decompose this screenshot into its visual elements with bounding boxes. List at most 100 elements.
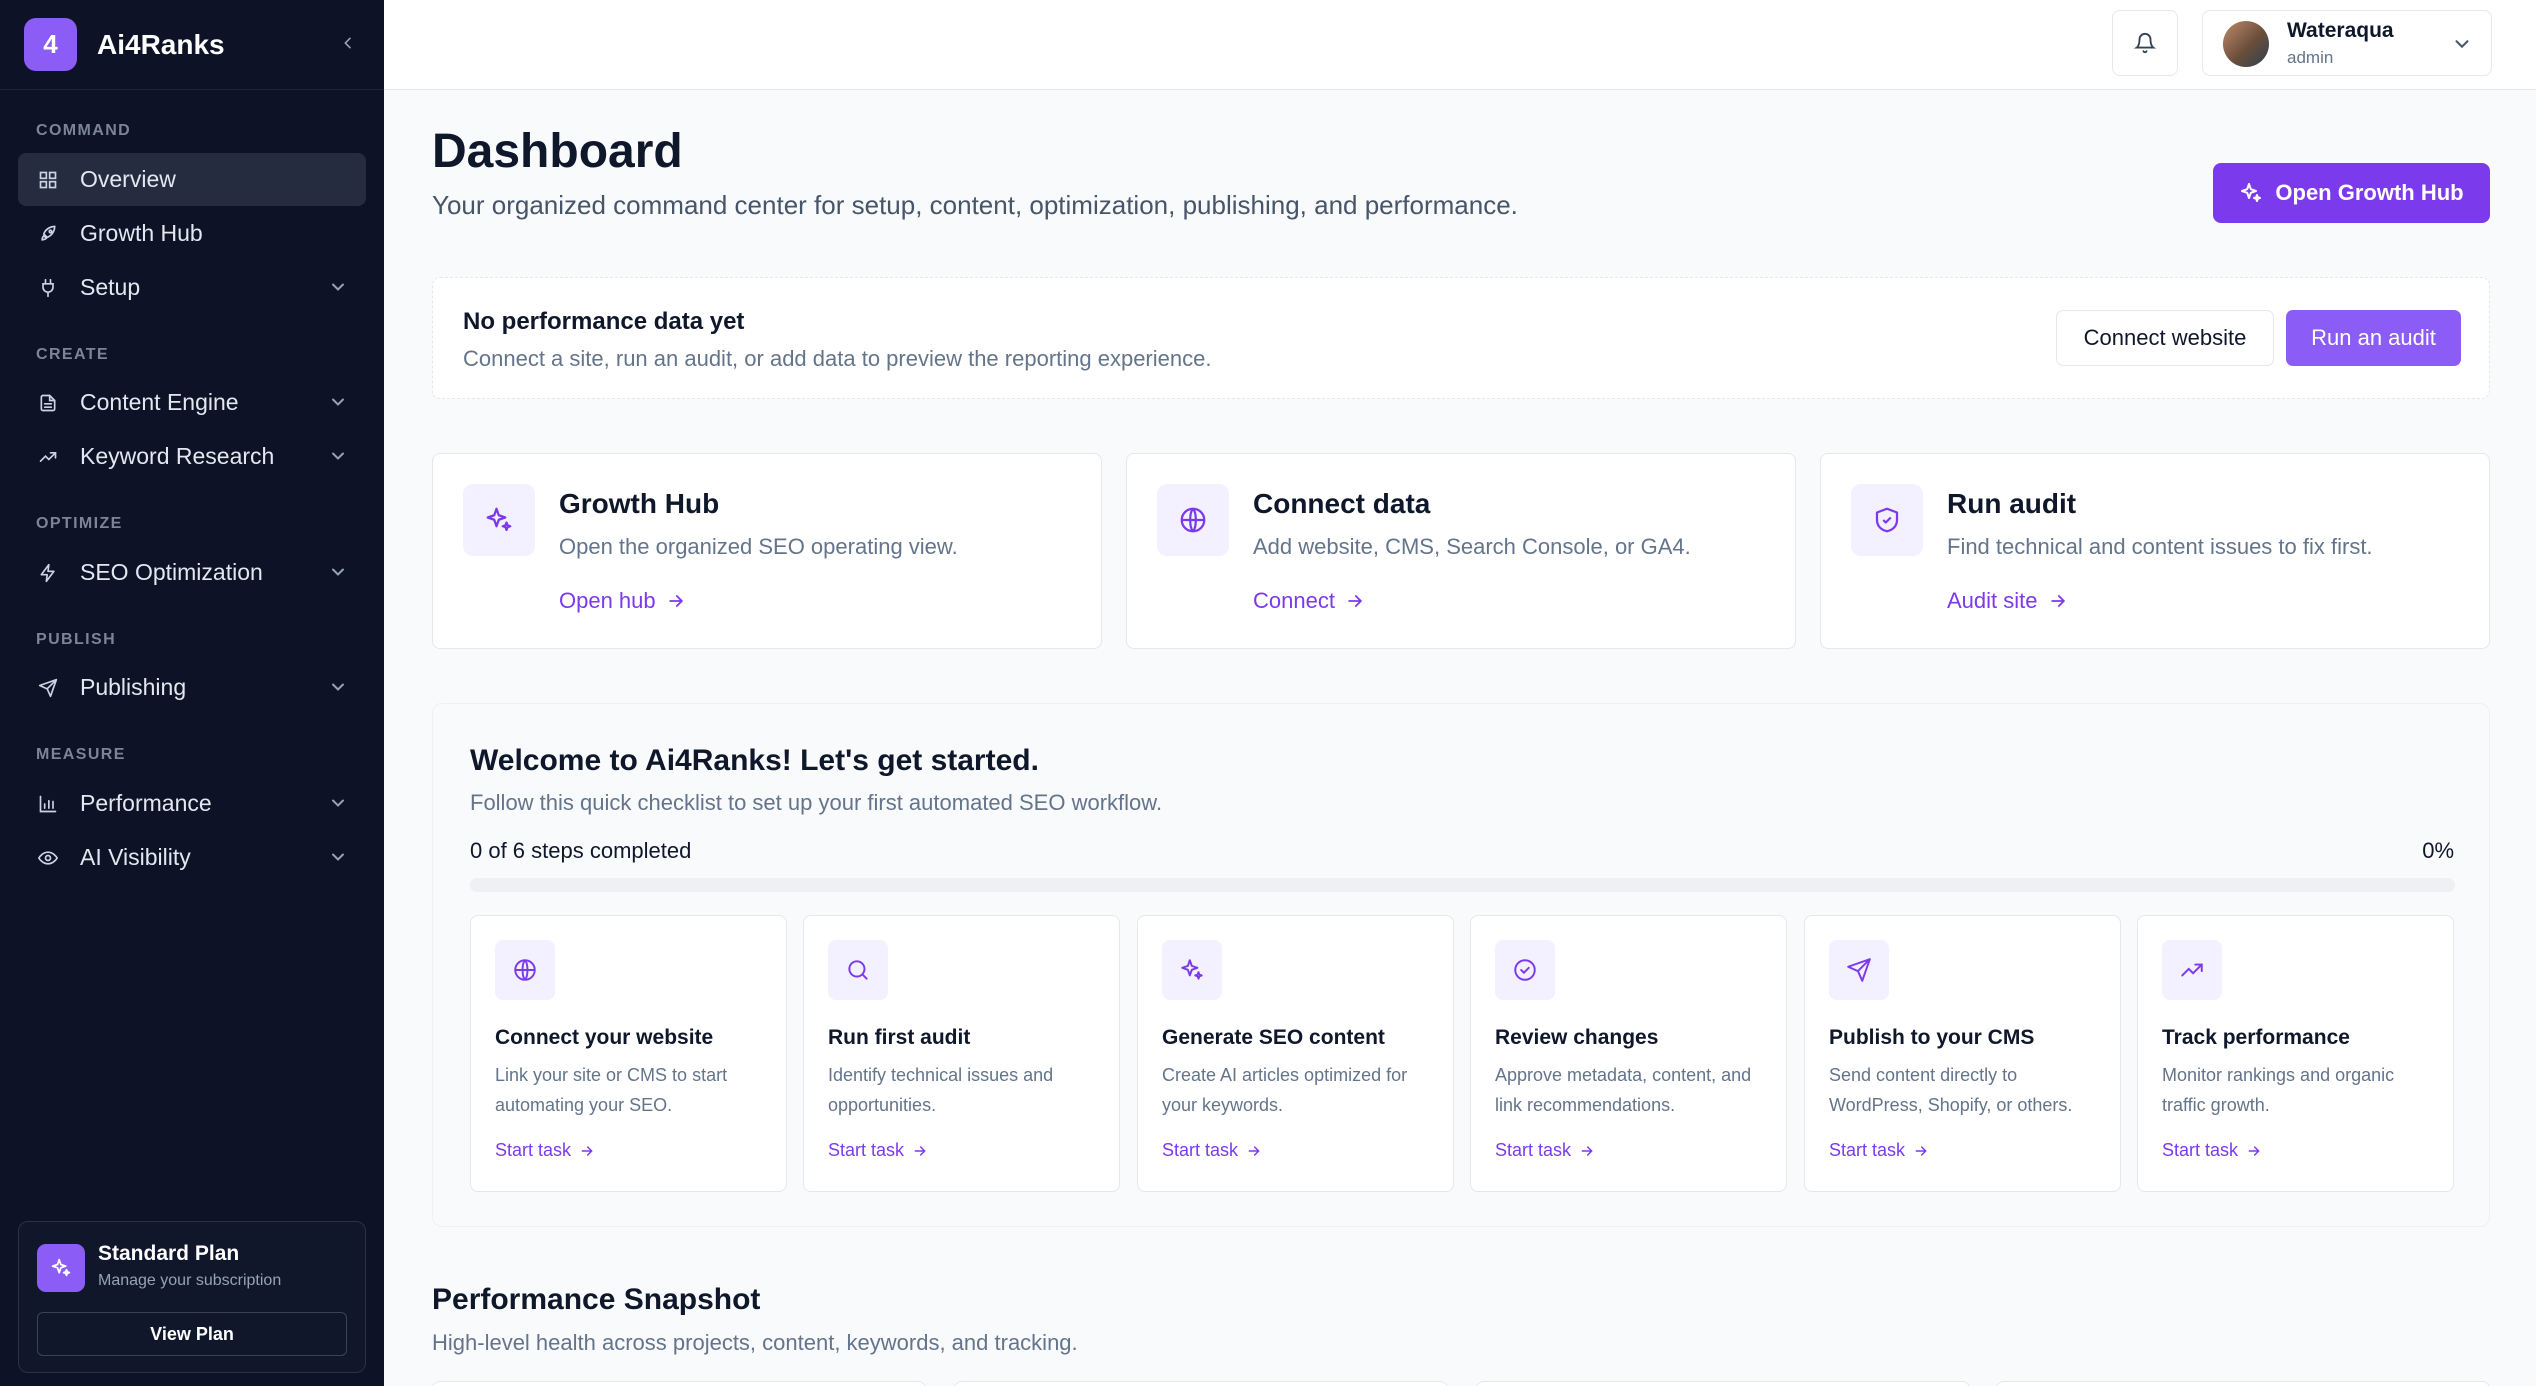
sparkles-icon	[37, 1244, 85, 1292]
snapshot-card	[432, 1381, 926, 1386]
start-task-link[interactable]: Start task	[828, 1140, 928, 1161]
brand-name: Ai4Ranks	[97, 28, 225, 60]
task-desc: Identify technical issues and opportunit…	[828, 1065, 1054, 1115]
arrow-right-icon	[1248, 1145, 1260, 1156]
zap-icon	[36, 561, 60, 585]
snapshot-card	[1476, 1381, 1970, 1386]
view-plan-button[interactable]: View Plan	[37, 1312, 347, 1356]
arrow-right-icon	[1348, 595, 1363, 607]
arrow-right-icon	[2050, 595, 2065, 607]
check-circle-icon	[1495, 940, 1555, 1000]
task-card-review-changes[interactable]: Review changes Approve metadata, content…	[1470, 915, 1787, 1192]
collapse-sidebar-button[interactable]	[333, 28, 363, 58]
run-audit-button[interactable]: Run an audit	[2286, 310, 2461, 366]
user-name: Wateraqua	[2287, 19, 2394, 42]
link-label: Start task	[1829, 1140, 1906, 1160]
welcome-subtitle: Follow this quick checklist to set up yo…	[470, 790, 1163, 815]
connect-website-button[interactable]: Connect website	[2056, 310, 2274, 366]
banner-title: No performance data yet	[463, 308, 745, 335]
quick-card-title: Growth Hub	[559, 488, 720, 519]
sidebar-item-keyword-research[interactable]: Keyword Research	[18, 430, 366, 483]
section-label-command: COMMAND	[36, 122, 132, 139]
open-growth-hub-label: Open Growth Hub	[2275, 180, 2464, 205]
link-label: Connect	[1253, 588, 1335, 613]
steps-completed: 0 of 6 steps completed	[470, 838, 692, 863]
chevron-down-icon	[332, 398, 344, 406]
sidebar-item-label: Performance	[80, 790, 212, 816]
chevron-down-icon	[2455, 40, 2469, 49]
start-task-link[interactable]: Start task	[495, 1140, 595, 1161]
task-card-connect-website[interactable]: Connect your website Link your site or C…	[470, 915, 787, 1192]
quick-card-run-audit[interactable]: Run audit Find technical and content iss…	[1820, 453, 2490, 649]
sidebar-item-label: Setup	[80, 274, 141, 300]
chevron-down-icon	[332, 853, 344, 861]
sidebar-item-growth-hub[interactable]: Growth Hub	[18, 207, 366, 260]
notifications-button[interactable]	[2112, 10, 2178, 76]
sidebar-item-label: Publishing	[80, 674, 187, 700]
link-label: Start task	[828, 1140, 905, 1160]
connect-link[interactable]: Connect	[1253, 588, 1365, 614]
progress-percent: 0%	[2422, 838, 2454, 863]
chevron-down-icon	[332, 452, 344, 460]
send-icon	[36, 676, 60, 700]
task-card-generate-seo-content[interactable]: Generate SEO content Create AI articles …	[1137, 915, 1454, 1192]
task-title: Connect your website	[495, 1026, 714, 1049]
start-task-link[interactable]: Start task	[1495, 1140, 1595, 1161]
quick-card-growth-hub[interactable]: Growth Hub Open the organized SEO operat…	[432, 453, 1102, 649]
task-desc: Link your site or CMS to start automatin…	[495, 1065, 728, 1115]
start-task-link[interactable]: Start task	[1829, 1140, 1929, 1161]
section-label-publish: PUBLISH	[36, 631, 117, 648]
arrow-right-icon	[1581, 1145, 1593, 1156]
send-icon	[1829, 940, 1889, 1000]
quick-card-title: Run audit	[1947, 488, 2077, 519]
quick-card-desc: Find technical and content issues to fix…	[1947, 534, 2373, 559]
welcome-title: Welcome to Ai4Ranks! Let's get started.	[470, 744, 1039, 777]
plan-title: Standard Plan	[98, 1242, 240, 1265]
open-growth-hub-button[interactable]: Open Growth Hub	[2213, 163, 2490, 223]
eye-icon	[36, 846, 60, 870]
snapshot-title: Performance Snapshot	[432, 1283, 761, 1316]
arrow-right-icon	[1915, 1145, 1927, 1156]
sidebar-item-ai-visibility[interactable]: AI Visibility	[18, 831, 366, 884]
chevron-down-icon	[332, 799, 344, 807]
sparkles-icon	[1162, 940, 1222, 1000]
brand[interactable]: 4 Ai4Ranks	[0, 0, 384, 90]
link-label: Start task	[2162, 1140, 2239, 1160]
sidebar-item-content-engine[interactable]: Content Engine	[18, 376, 366, 429]
avatar	[2223, 21, 2269, 67]
sparkles-icon	[463, 484, 535, 556]
snapshot-card	[1996, 1381, 2490, 1386]
audit-site-link[interactable]: Audit site	[1947, 588, 2068, 614]
open-hub-link[interactable]: Open hub	[559, 588, 686, 614]
sidebar-item-label: Content Engine	[80, 389, 239, 415]
sidebar-item-publishing[interactable]: Publishing	[18, 661, 366, 714]
link-label: Start task	[1495, 1140, 1572, 1160]
link-label: Start task	[495, 1140, 572, 1160]
layout-grid-icon	[36, 168, 60, 192]
sidebar-item-overview[interactable]: Overview	[18, 153, 366, 206]
user-menu-button[interactable]: Wateraqua admin	[2202, 10, 2492, 76]
link-label: Open hub	[559, 588, 656, 613]
task-card-track-performance[interactable]: Track performance Monitor rankings and o…	[2137, 915, 2454, 1192]
arrow-right-icon	[668, 595, 683, 607]
page-title: Dashboard	[432, 125, 683, 178]
sidebar-item-performance[interactable]: Performance	[18, 777, 366, 830]
start-task-link[interactable]: Start task	[2162, 1140, 2262, 1161]
task-card-run-first-audit[interactable]: Run first audit Identify technical issue…	[803, 915, 1120, 1192]
progress-bar	[470, 878, 2455, 892]
quick-card-connect-data[interactable]: Connect data Add website, CMS, Search Co…	[1126, 453, 1796, 649]
topbar: Wateraqua admin	[384, 0, 2536, 90]
arrow-right-icon	[581, 1145, 593, 1156]
task-title: Publish to your CMS	[1829, 1026, 2035, 1049]
start-task-link[interactable]: Start task	[1162, 1140, 1262, 1161]
rocket-icon	[36, 222, 60, 246]
section-label-optimize: OPTIMIZE	[36, 515, 123, 532]
search-icon	[828, 940, 888, 1000]
sidebar-item-setup[interactable]: Setup	[18, 261, 366, 314]
task-title: Run first audit	[828, 1026, 971, 1049]
sidebar-item-seo-optimization[interactable]: SEO Optimization	[18, 546, 366, 599]
sidebar-item-label: AI Visibility	[80, 844, 191, 870]
snapshot-card	[954, 1381, 1448, 1386]
task-card-publish-to-cms[interactable]: Publish to your CMS Send content directl…	[1804, 915, 2121, 1192]
link-label: Audit site	[1947, 588, 2038, 613]
